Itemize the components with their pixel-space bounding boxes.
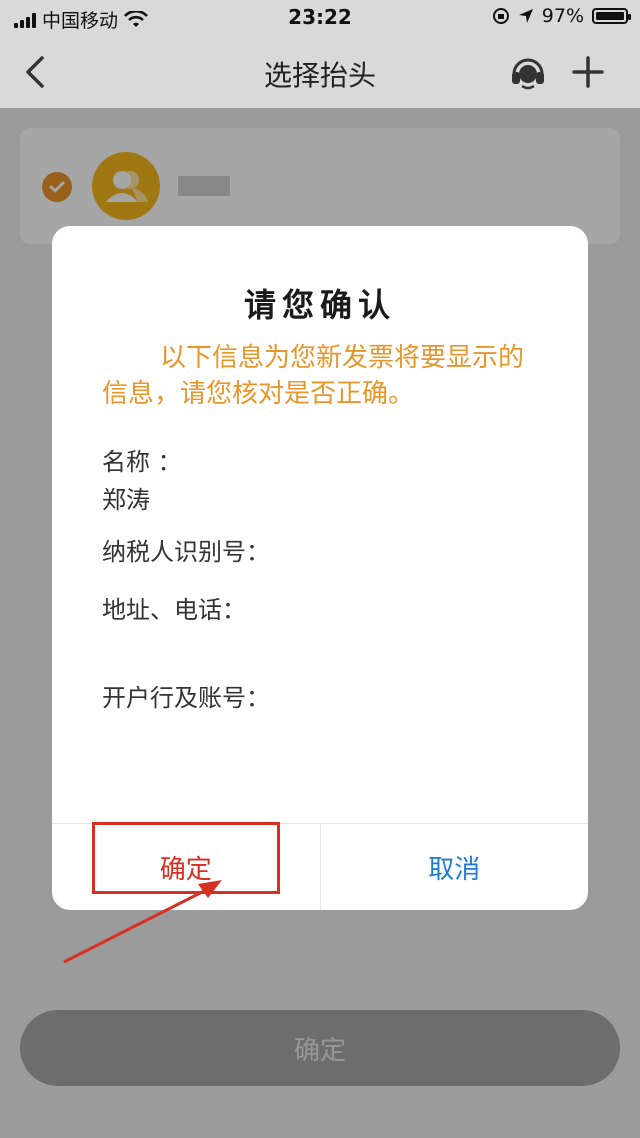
battery-icon	[592, 8, 631, 24]
plus-icon	[572, 56, 604, 88]
customer-service-button[interactable]	[506, 50, 550, 94]
name-value: 郑涛	[102, 486, 150, 514]
name-label: 名称 ：	[102, 448, 182, 476]
dialog-title: 请您确认	[243, 286, 396, 324]
battery-percent: 97%	[541, 5, 584, 27]
nav-bar: 选择抬头	[0, 36, 640, 108]
tax-id-label: 纳税人识别号：	[102, 538, 270, 566]
confirm-dialog: 请您确认 以下信息为您新发票将要显示的信息，请您核对是否正确。 名称 ： 郑涛 …	[52, 226, 588, 910]
dialog-footer: 确定 取消	[52, 822, 589, 910]
add-button[interactable]	[566, 50, 610, 94]
highlight-box	[92, 822, 280, 894]
location-icon	[518, 9, 533, 23]
dialog-confirm-button[interactable]: 确定	[52, 822, 321, 910]
address-phone-label: 地址、电话：	[102, 596, 246, 624]
headset-icon	[512, 58, 544, 90]
dialog-cancel-label: 取消	[428, 854, 481, 885]
status-bar: 中国移动 23:22 97%	[0, 0, 640, 36]
dialog-notice: 以下信息为您新发票将要显示的信息，请您核对是否正确。	[102, 343, 525, 409]
bank-account-label: 开户行及账号：	[102, 684, 270, 712]
rotation-lock-icon	[492, 8, 509, 24]
status-right: 97%	[492, 5, 631, 27]
dialog-cancel-button[interactable]: 取消	[321, 824, 589, 910]
